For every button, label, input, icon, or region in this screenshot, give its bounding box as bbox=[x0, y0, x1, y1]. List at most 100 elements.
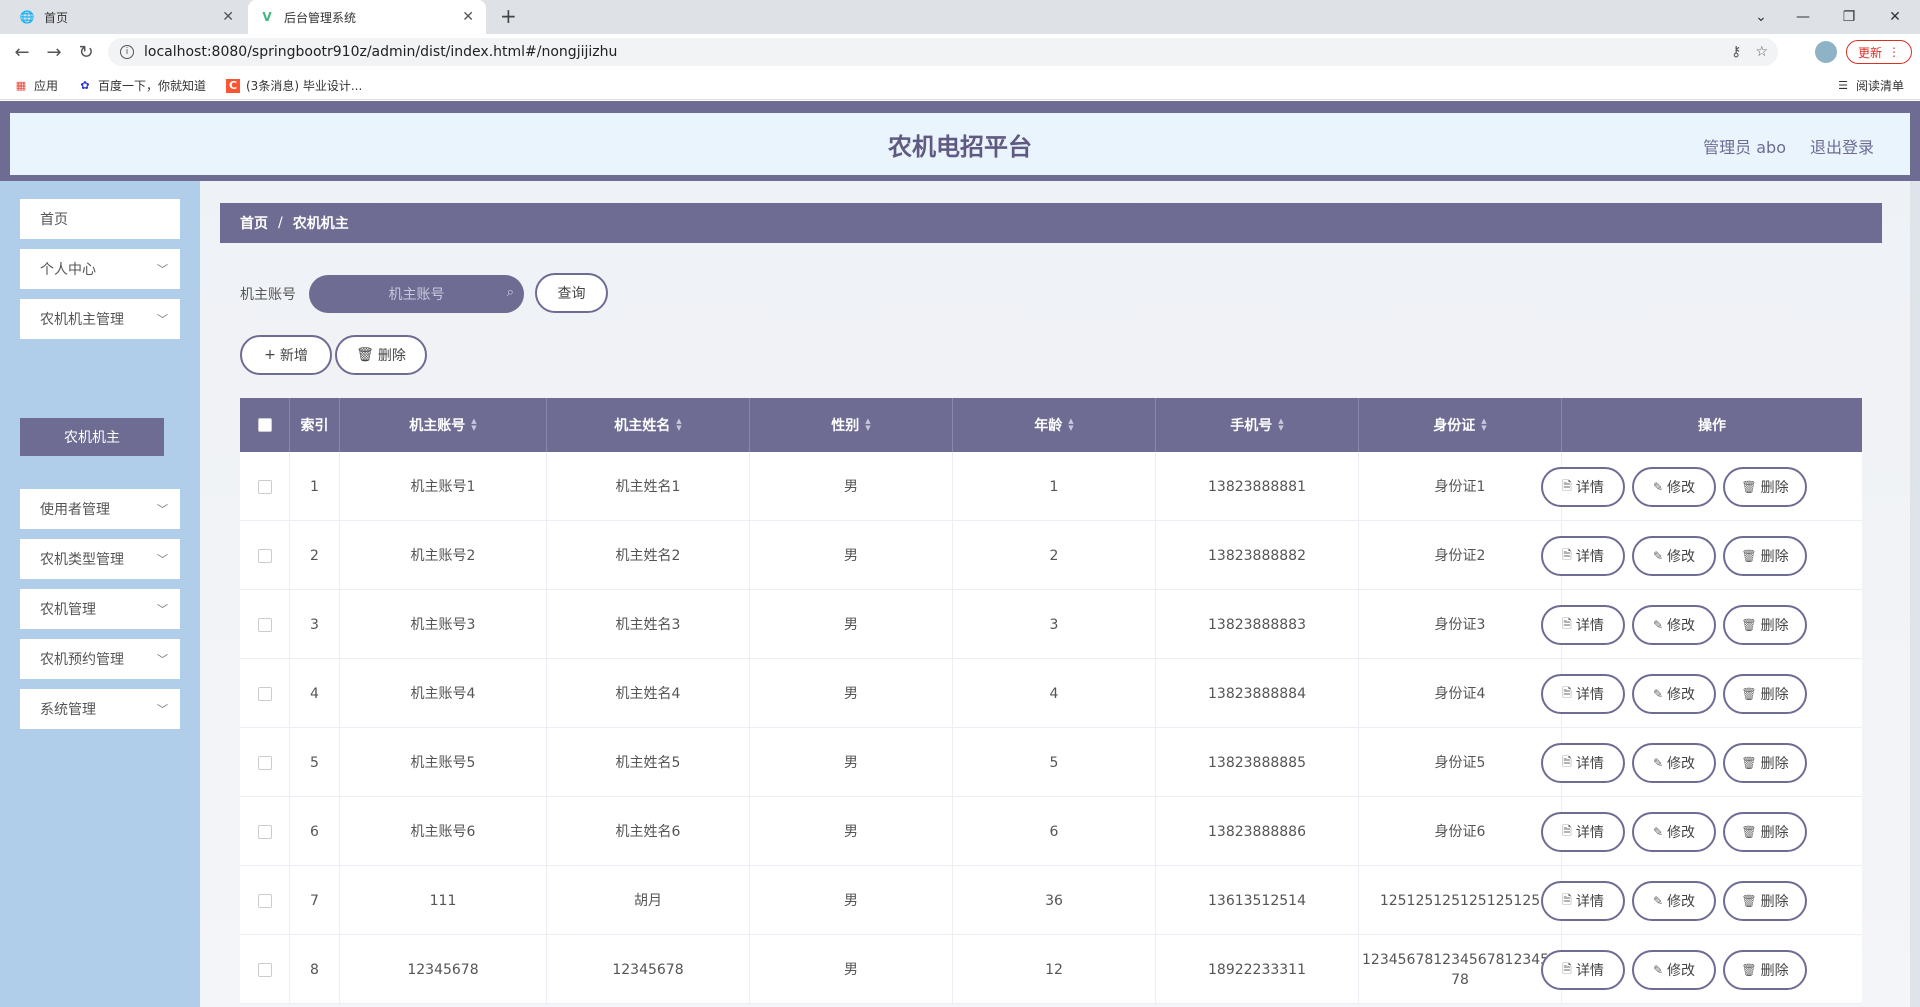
edit-button[interactable]: ✎ 修改 bbox=[1632, 812, 1716, 852]
sidebar-item-owner-mgmt[interactable]: 农机机主管理 ﹀ bbox=[20, 299, 180, 339]
browser-tab-admin[interactable]: V 后台管理系统 ✕ bbox=[248, 0, 486, 34]
sort-icon[interactable]: ▲ ▼ bbox=[1278, 418, 1283, 432]
th-gender[interactable]: 性别 ▲ ▼ bbox=[750, 398, 953, 452]
select-all-checkbox[interactable] bbox=[257, 418, 272, 432]
logout-link[interactable]: 退出登录 bbox=[1810, 134, 1874, 158]
sidebar-item-machine-mgmt[interactable]: 农机管理 ﹀ bbox=[20, 589, 180, 629]
delete-button[interactable]: 🗑 删除 bbox=[1723, 536, 1807, 576]
cell-name: 机主姓名4 bbox=[547, 659, 750, 728]
row-select-cell[interactable] bbox=[240, 797, 290, 866]
th-account[interactable]: 机主账号 ▲ ▼ bbox=[340, 398, 547, 452]
delete-button[interactable]: 🗑 删除 bbox=[1723, 743, 1807, 783]
row-checkbox[interactable] bbox=[257, 686, 272, 701]
th-phone[interactable]: 手机号 ▲ ▼ bbox=[1156, 398, 1359, 452]
browser-tab-home[interactable]: 🌐 首页 ✕ bbox=[8, 0, 246, 34]
tab-search-icon[interactable]: ⌄ bbox=[1738, 0, 1784, 34]
close-icon[interactable]: ✕ bbox=[222, 9, 234, 25]
detail-button[interactable]: 🗎 详情 bbox=[1541, 812, 1625, 852]
detail-button[interactable]: 🗎 详情 bbox=[1541, 467, 1625, 507]
key-icon[interactable]: ⚷ bbox=[1731, 44, 1741, 60]
update-button[interactable]: 更新 ⋮ bbox=[1846, 40, 1912, 64]
row-checkbox[interactable] bbox=[257, 755, 272, 770]
sidebar-item-home[interactable]: 首页 bbox=[20, 199, 180, 239]
page-scrollbar[interactable] bbox=[1910, 181, 1920, 1007]
edit-button[interactable]: ✎ 修改 bbox=[1632, 950, 1716, 990]
edit-button[interactable]: ✎ 修改 bbox=[1632, 467, 1716, 507]
th-idcard[interactable]: 身份证 ▲ ▼ bbox=[1359, 398, 1562, 452]
detail-button[interactable]: 🗎 详情 bbox=[1541, 674, 1625, 714]
row-select-cell[interactable] bbox=[240, 866, 290, 935]
sidebar-item-system-mgmt[interactable]: 系统管理 ﹀ bbox=[20, 689, 180, 729]
delete-button[interactable]: 🗑 删除 bbox=[1723, 812, 1807, 852]
star-icon[interactable]: ☆ bbox=[1755, 44, 1768, 60]
info-icon[interactable]: i bbox=[120, 45, 134, 59]
back-button[interactable]: ← bbox=[10, 40, 34, 64]
row-select-cell[interactable] bbox=[240, 935, 290, 1004]
detail-button[interactable]: 🗎 详情 bbox=[1541, 536, 1625, 576]
minimize-button[interactable]: — bbox=[1780, 0, 1826, 34]
row-checkbox[interactable] bbox=[257, 479, 272, 494]
select-all-cell[interactable] bbox=[240, 398, 290, 452]
detail-button[interactable]: 🗎 详情 bbox=[1541, 950, 1625, 990]
edit-button[interactable]: ✎ 修改 bbox=[1632, 881, 1716, 921]
table-row: 6 机主账号6 机主姓名6 男 6 13823888886 身份证6 🗎 详情 ✎ 修改 🗑 删除 bbox=[240, 797, 1862, 866]
row-select-cell[interactable] bbox=[240, 452, 290, 521]
url-bar[interactable]: i localhost:8080/springbootr910z/admin/d… bbox=[108, 38, 1778, 66]
bookmark-baidu[interactable]: ✿ 百度一下，你就知道 bbox=[78, 77, 206, 94]
sidebar-subitem-owner[interactable]: 农机机主 bbox=[20, 418, 164, 456]
restore-button[interactable]: ❐ bbox=[1826, 0, 1872, 34]
row-checkbox[interactable] bbox=[257, 962, 272, 977]
sidebar-item-profile[interactable]: 个人中心 ﹀ bbox=[20, 249, 180, 289]
edit-button[interactable]: ✎ 修改 bbox=[1632, 674, 1716, 714]
sort-icon[interactable]: ▲ ▼ bbox=[676, 418, 681, 432]
sort-icon[interactable]: ▲ ▼ bbox=[471, 418, 476, 432]
action-label: 详情 bbox=[1575, 756, 1604, 772]
th-index: 索引 bbox=[290, 398, 340, 452]
profile-avatar[interactable] bbox=[1815, 41, 1837, 63]
action-label: 修改 bbox=[1667, 756, 1696, 772]
bookmark-apps[interactable]: ▦ 应用 bbox=[14, 77, 58, 94]
new-tab-button[interactable]: + bbox=[500, 4, 517, 28]
row-checkbox[interactable] bbox=[257, 824, 272, 839]
sidebar-item-booking-mgmt[interactable]: 农机预约管理 ﹀ bbox=[20, 639, 180, 679]
row-checkbox[interactable] bbox=[257, 617, 272, 632]
sort-icon[interactable]: ▲ ▼ bbox=[1068, 418, 1073, 432]
th-name[interactable]: 机主姓名 ▲ ▼ bbox=[547, 398, 750, 452]
detail-button[interactable]: 🗎 详情 bbox=[1541, 605, 1625, 645]
delete-button[interactable]: 🗑 删除 bbox=[1723, 950, 1807, 990]
batch-delete-button[interactable]: 🗑 删除 bbox=[335, 335, 427, 375]
reload-button[interactable]: ↻ bbox=[74, 40, 98, 64]
row-select-cell[interactable] bbox=[240, 659, 290, 728]
row-select-cell[interactable] bbox=[240, 521, 290, 590]
sidebar-item-type-mgmt[interactable]: 农机类型管理 ﹀ bbox=[20, 539, 180, 579]
edit-button[interactable]: ✎ 修改 bbox=[1632, 743, 1716, 783]
close-icon[interactable]: ✕ bbox=[462, 9, 474, 25]
delete-button[interactable]: 🗑 删除 bbox=[1723, 674, 1807, 714]
delete-button[interactable]: 🗑 删除 bbox=[1723, 467, 1807, 507]
row-checkbox[interactable] bbox=[257, 893, 272, 908]
sidebar-item-user-mgmt[interactable]: 使用者管理 ﹀ bbox=[20, 489, 180, 529]
add-button[interactable]: + 新增 bbox=[240, 335, 332, 375]
detail-button[interactable]: 🗎 详情 bbox=[1541, 743, 1625, 783]
reading-list[interactable]: ☰ 阅读清单 bbox=[1836, 77, 1904, 94]
sort-icon[interactable]: ▲ ▼ bbox=[865, 418, 870, 432]
detail-button[interactable]: 🗎 详情 bbox=[1541, 881, 1625, 921]
sort-icon[interactable]: ▲ ▼ bbox=[1481, 418, 1486, 432]
row-select-cell[interactable] bbox=[240, 728, 290, 797]
bookmark-csdn[interactable]: C (3条消息) 毕业设计... bbox=[226, 77, 362, 94]
forward-button[interactable]: → bbox=[42, 40, 66, 64]
search-input[interactable]: 机主账号 ⌕ bbox=[309, 275, 524, 313]
row-select-cell[interactable] bbox=[240, 590, 290, 659]
query-button[interactable]: 查询 bbox=[535, 273, 608, 313]
delete-button[interactable]: 🗑 删除 bbox=[1723, 881, 1807, 921]
delete-button[interactable]: 🗑 删除 bbox=[1723, 605, 1807, 645]
th-label: 身份证 bbox=[1433, 418, 1476, 434]
table-row: 1 机主账号1 机主姓名1 男 1 13823888881 身份证1 🗎 详情 ✎ 修改 🗑 删除 bbox=[240, 452, 1862, 521]
breadcrumb-home[interactable]: 首页 bbox=[240, 213, 268, 233]
edit-button[interactable]: ✎ 修改 bbox=[1632, 605, 1716, 645]
th-age[interactable]: 年龄 ▲ ▼ bbox=[953, 398, 1156, 452]
close-window-button[interactable]: ✕ bbox=[1872, 0, 1918, 34]
cell-age: 4 bbox=[953, 659, 1156, 728]
edit-button[interactable]: ✎ 修改 bbox=[1632, 536, 1716, 576]
row-checkbox[interactable] bbox=[257, 548, 272, 563]
